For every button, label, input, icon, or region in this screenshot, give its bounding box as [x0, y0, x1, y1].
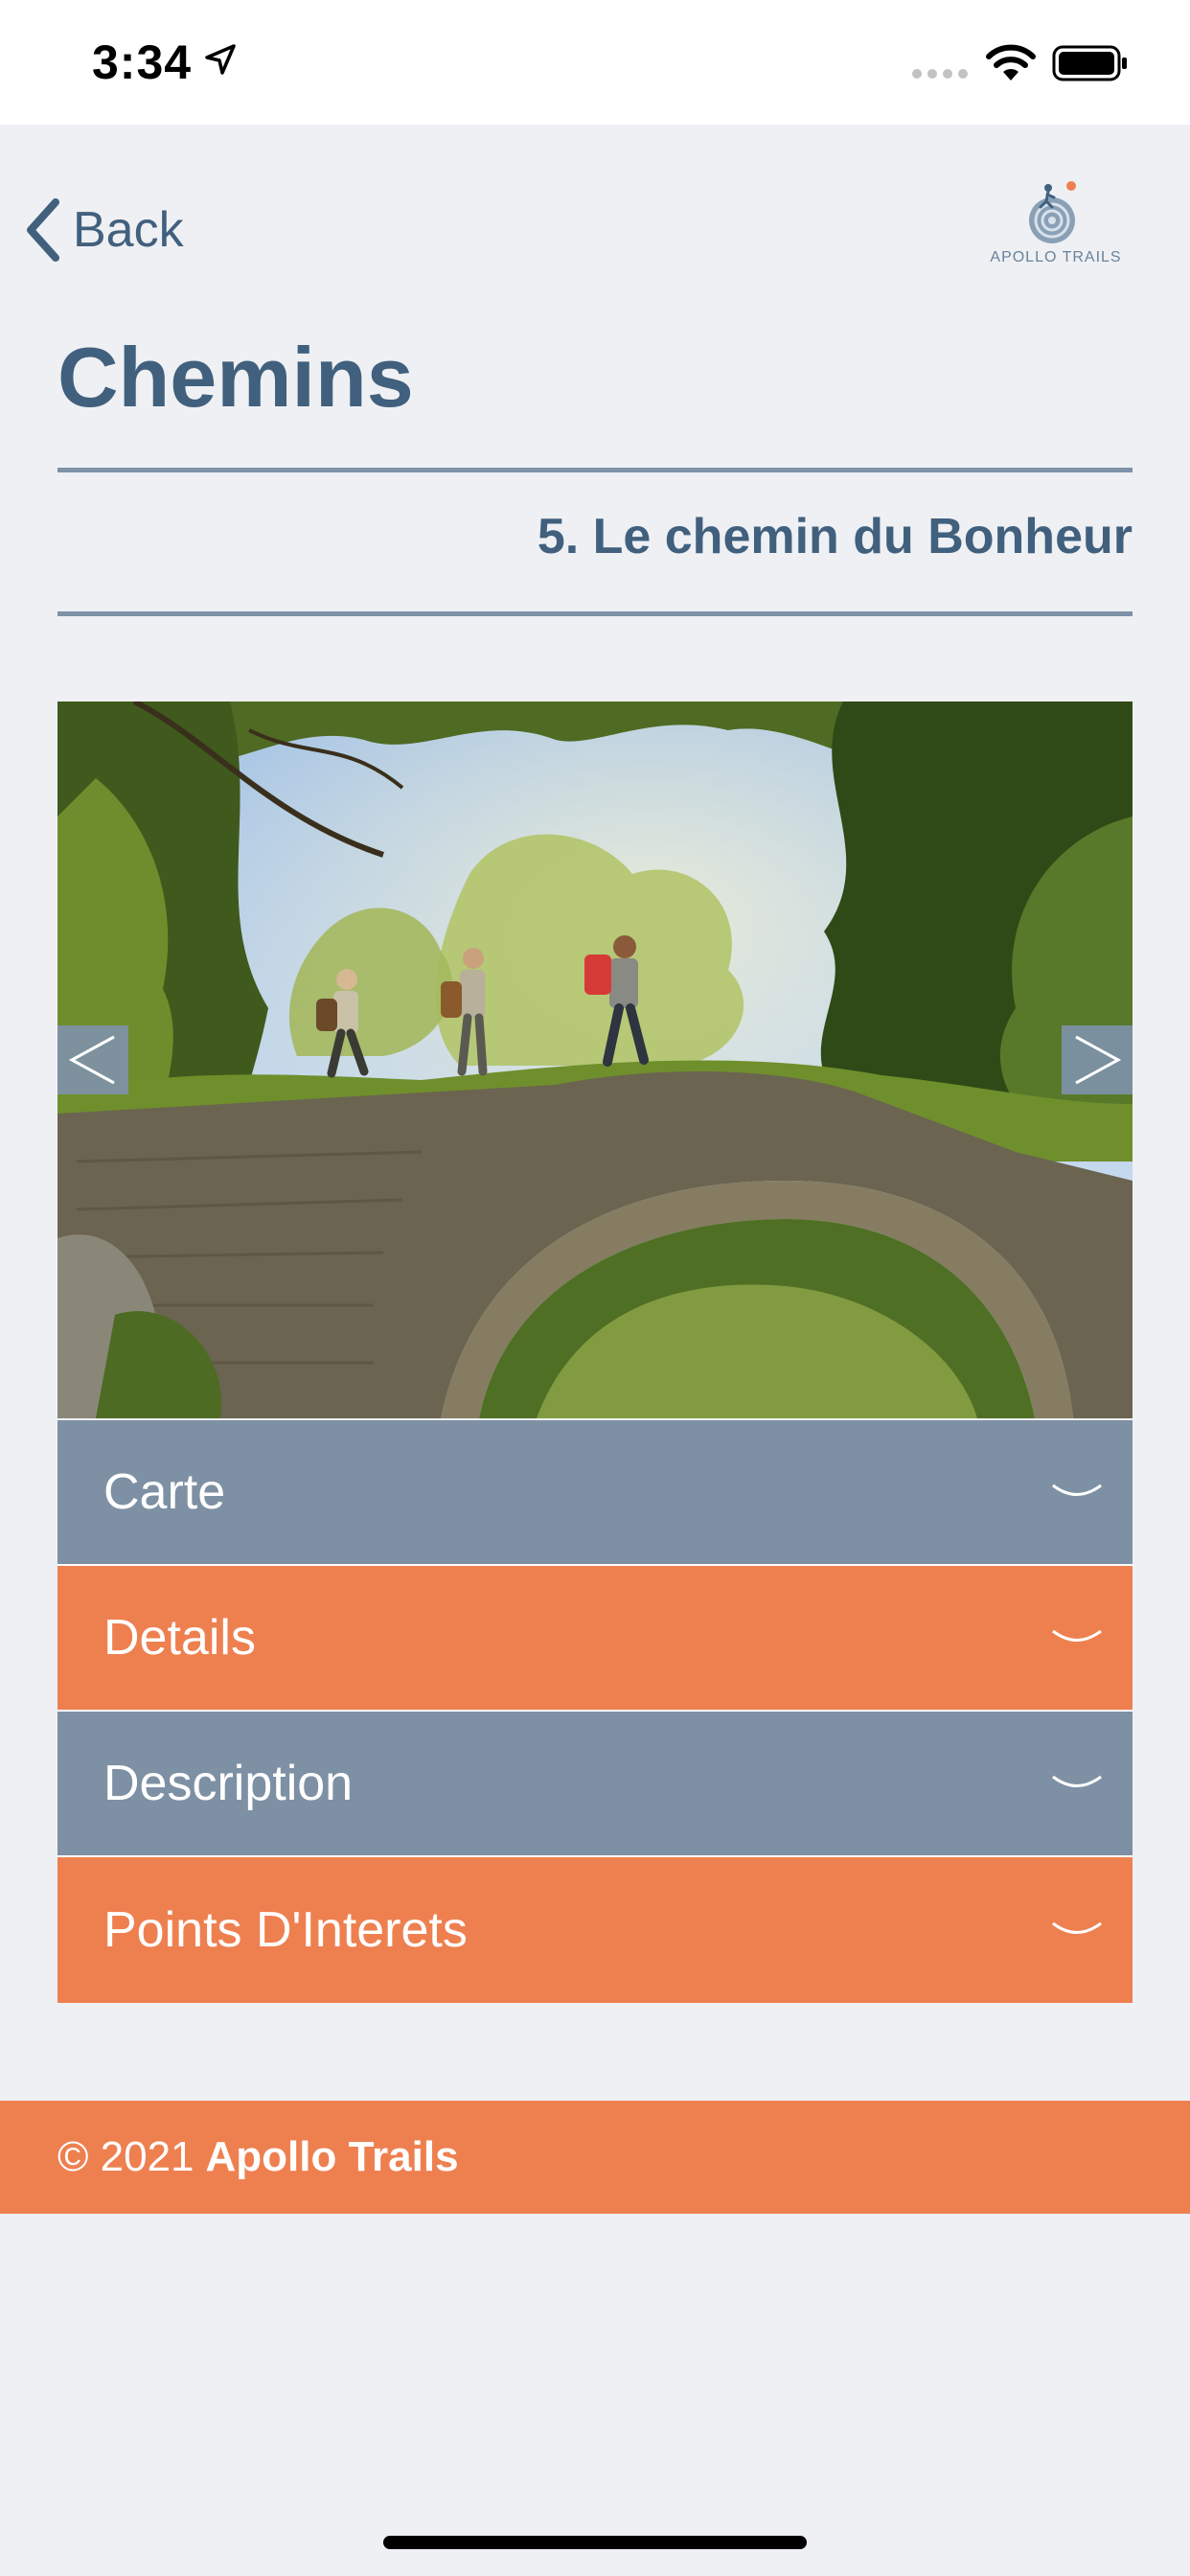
apollo-trails-logo: APOLLO TRAILS: [989, 180, 1123, 282]
accordion-details[interactable]: Details: [57, 1566, 1133, 1712]
accordion-carte[interactable]: Carte: [57, 1420, 1133, 1566]
chevron-down-icon: [1052, 1484, 1102, 1496]
logo-emblem-icon: [1029, 181, 1076, 243]
chevron-right-icon: [1075, 1035, 1122, 1085]
logo-text: APOLLO TRAILS: [990, 249, 1122, 265]
accordion-label: Points D'Interets: [103, 1902, 468, 1958]
page-title: Chemins: [57, 330, 414, 425]
home-indicator[interactable]: [383, 2536, 807, 2549]
divider: [57, 468, 1133, 472]
footer-copyright: © 2021: [57, 2133, 195, 2180]
trail-name: 5. Le chemin du Bonheur: [537, 509, 1133, 564]
wifi-icon: [986, 44, 1036, 80]
chevron-down-icon: [1052, 1775, 1102, 1787]
location-arrow-icon: [205, 44, 236, 75]
carousel-prev-button[interactable]: [57, 1025, 128, 1094]
back-label: Back: [73, 202, 184, 258]
accordion-label: Details: [103, 1610, 256, 1666]
status-bar: 3:34: [0, 0, 1190, 125]
chevron-down-icon: [1052, 1921, 1102, 1934]
battery-icon: [1052, 45, 1127, 81]
carousel-next-button[interactable]: [1062, 1025, 1133, 1094]
photo-carousel[interactable]: [57, 702, 1133, 1418]
accordion-label: Description: [103, 1756, 354, 1811]
accordion-description[interactable]: Description: [57, 1712, 1133, 1857]
cellular-signal-icon: [912, 69, 968, 79]
status-time: 3:34: [92, 35, 193, 89]
chevron-left-icon: [68, 1035, 115, 1085]
back-button[interactable]: Back: [21, 192, 184, 268]
trail-photo: [57, 702, 1133, 1418]
accordion-points-interets[interactable]: Points D'Interets: [57, 1857, 1133, 2003]
chevron-left-icon: [27, 198, 59, 262]
chevron-down-icon: [1052, 1629, 1102, 1642]
divider: [57, 611, 1133, 616]
footer-brand: Apollo Trails: [205, 2133, 459, 2180]
accordion-label: Carte: [103, 1464, 226, 1520]
trail-info-accordion: Carte Details Description Points D'Inter…: [57, 1420, 1133, 2003]
footer: © 2021 Apollo Trails: [0, 2101, 1190, 2214]
